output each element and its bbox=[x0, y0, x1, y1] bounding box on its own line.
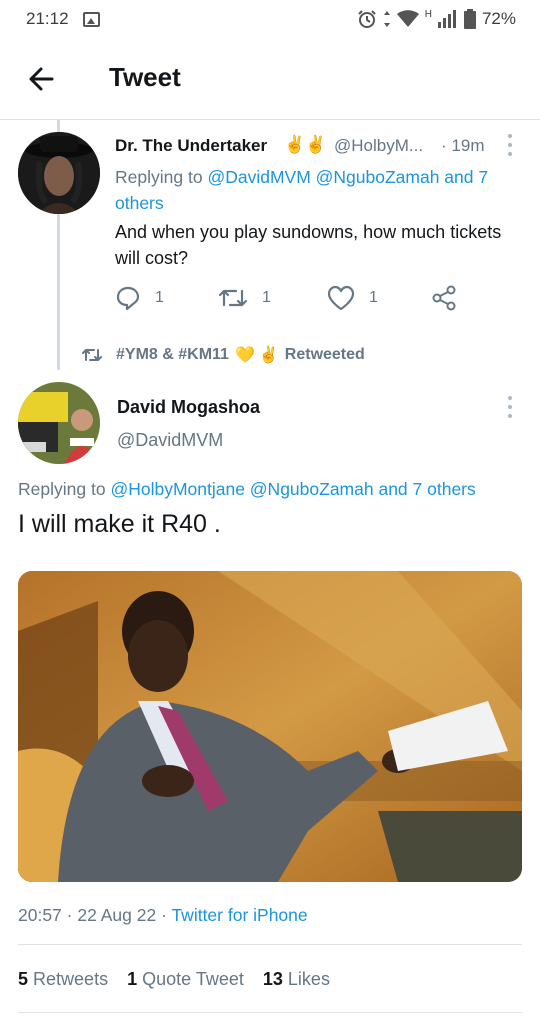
likes-count: 13 bbox=[262, 969, 283, 989]
signal-icon bbox=[437, 10, 456, 28]
reply-icon bbox=[116, 286, 140, 311]
replying-to: Replying to @HolbyMontjane @NguboZamah a… bbox=[18, 479, 476, 500]
retweets-label: Retweets bbox=[33, 969, 109, 989]
replying-to-prefix: Replying to bbox=[115, 167, 203, 187]
tweet-age: 19m bbox=[451, 136, 485, 155]
battery-icon bbox=[463, 9, 476, 29]
retweeted-banner[interactable]: #YM8 & #KM11 💛 ✌️ Retweeted bbox=[82, 345, 365, 365]
tweet-source[interactable]: Twitter for iPhone bbox=[171, 905, 307, 925]
replying-to-prefix: Replying to bbox=[18, 479, 106, 499]
share-button[interactable] bbox=[431, 285, 457, 311]
author-handle[interactable]: @DavidMVM bbox=[117, 430, 223, 451]
replying-to-links[interactable]: @HolbyMontjane @NguboZamah and 7 others bbox=[110, 479, 475, 499]
tweet-timestamp: 20:57 bbox=[18, 905, 62, 925]
heart-emoji: 💛 bbox=[234, 347, 255, 364]
retweet-count: 1 bbox=[262, 289, 271, 306]
retweets-stat[interactable]: 5 Retweets bbox=[18, 969, 108, 989]
more-icon[interactable] bbox=[503, 134, 517, 156]
gallery-icon bbox=[82, 11, 100, 27]
author-name[interactable]: Dr. The Undertaker bbox=[115, 136, 267, 156]
divider bbox=[18, 1012, 522, 1013]
author-handle[interactable]: @HolbyM... bbox=[334, 136, 423, 156]
back-button[interactable] bbox=[22, 62, 62, 96]
time-separator: · bbox=[441, 136, 447, 155]
divider bbox=[18, 944, 522, 945]
status-time: 21:12 bbox=[26, 9, 69, 28]
wifi-icon bbox=[396, 10, 419, 27]
retweet-icon bbox=[218, 289, 248, 307]
likes-label: Likes bbox=[287, 969, 330, 989]
quote-count: 1 bbox=[127, 969, 138, 989]
retweet-button[interactable]: 1 bbox=[218, 285, 271, 311]
retweet-icon bbox=[82, 349, 102, 361]
data-arrows-icon bbox=[383, 11, 390, 27]
retweeter-name: #YM8 & #KM11 bbox=[116, 346, 229, 363]
replying-to: Replying to @DavidMVM @NguboZamah and 7 … bbox=[115, 164, 525, 216]
page-title: Tweet bbox=[109, 62, 181, 92]
avatar-image bbox=[18, 382, 100, 464]
quote-label: Quote Tweet bbox=[142, 969, 244, 989]
app-bar: Tweet bbox=[0, 38, 540, 120]
meta-separator: · bbox=[161, 905, 167, 925]
alarm-icon bbox=[358, 10, 376, 28]
tweet-time[interactable]: · 19m bbox=[441, 136, 484, 156]
meta-separator: · bbox=[66, 905, 73, 925]
network-type: H bbox=[424, 8, 432, 20]
avatar-david[interactable] bbox=[18, 382, 100, 464]
tweet-meta: 20:57 · 22 Aug 22 · Twitter for iPhone bbox=[18, 905, 308, 926]
tweet-stats: 5 Retweets 1 Quote Tweet 13 Likes bbox=[18, 969, 344, 990]
battery-level: 72% bbox=[481, 9, 516, 28]
tweet-actions: 1 1 1 bbox=[115, 285, 475, 315]
more-icon[interactable] bbox=[503, 396, 517, 418]
retweets-count: 5 bbox=[18, 969, 29, 989]
tweet-date: 22 Aug 22 bbox=[77, 905, 157, 925]
like-count: 1 bbox=[369, 289, 378, 306]
likes-stat[interactable]: 13 Likes bbox=[263, 969, 330, 989]
avatar-undertaker[interactable] bbox=[18, 132, 100, 214]
tweet-text: And when you play sundowns, how much tic… bbox=[115, 222, 502, 268]
hand-emoji: ✌️ bbox=[258, 347, 279, 364]
photo-image bbox=[18, 571, 522, 882]
name-emoji: ✌️✌️ bbox=[284, 135, 327, 154]
share-icon bbox=[432, 285, 456, 311]
back-arrow-icon bbox=[29, 67, 54, 91]
quote-tweets-stat[interactable]: 1 Quote Tweet bbox=[127, 969, 244, 989]
tweet-photo[interactable] bbox=[18, 571, 522, 882]
reply-count: 1 bbox=[155, 289, 164, 306]
retweeted-label: Retweeted bbox=[284, 346, 365, 363]
like-icon bbox=[327, 285, 355, 311]
like-button[interactable]: 1 bbox=[327, 285, 378, 311]
author-name[interactable]: David Mogashoa bbox=[117, 397, 260, 418]
reply-button[interactable]: 1 bbox=[115, 285, 164, 311]
avatar-image bbox=[18, 132, 100, 214]
tweet-text: I will make it R40 . bbox=[18, 510, 221, 538]
status-icons: H 72% bbox=[357, 0, 516, 38]
